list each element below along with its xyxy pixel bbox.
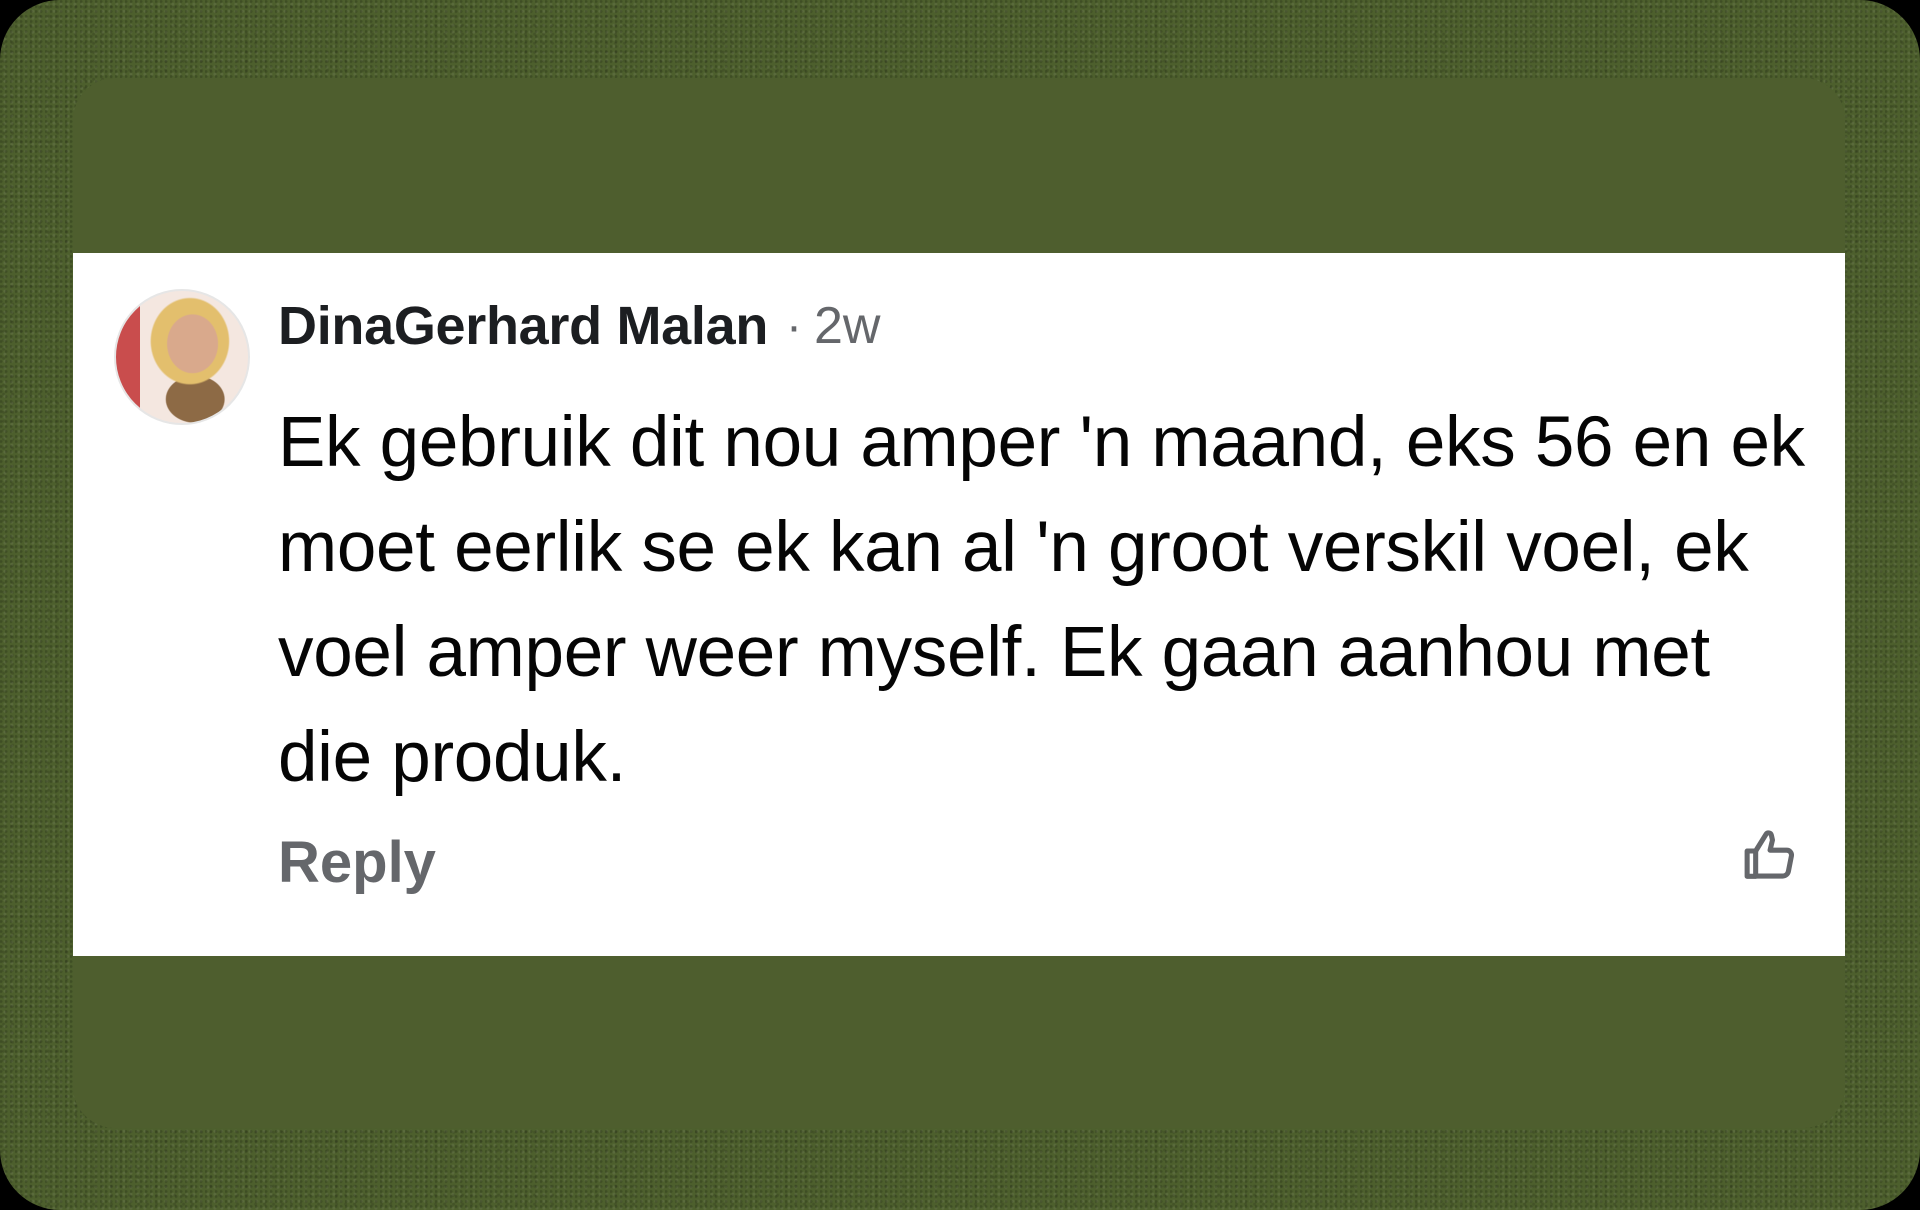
- comment-text: Ek gebruik dit nou amper 'n maand, eks 5…: [278, 403, 1805, 797]
- author-name[interactable]: DinaGerhard Malan: [278, 295, 768, 357]
- comment-card: DinaGerhard Malan · 2w Ek gebruik dit no…: [73, 253, 1845, 956]
- like-button[interactable]: [1737, 823, 1801, 887]
- reply-button[interactable]: Reply: [278, 829, 436, 896]
- meta-separator: ·: [786, 299, 803, 353]
- screenshot-frame: DinaGerhard Malan · 2w Ek gebruik dit no…: [0, 0, 1920, 1210]
- comment-header: DinaGerhard Malan · 2w: [278, 293, 881, 359]
- thumbs-up-icon: [1744, 830, 1795, 879]
- avatar[interactable]: [114, 289, 250, 425]
- comment-timestamp[interactable]: 2w: [814, 296, 880, 356]
